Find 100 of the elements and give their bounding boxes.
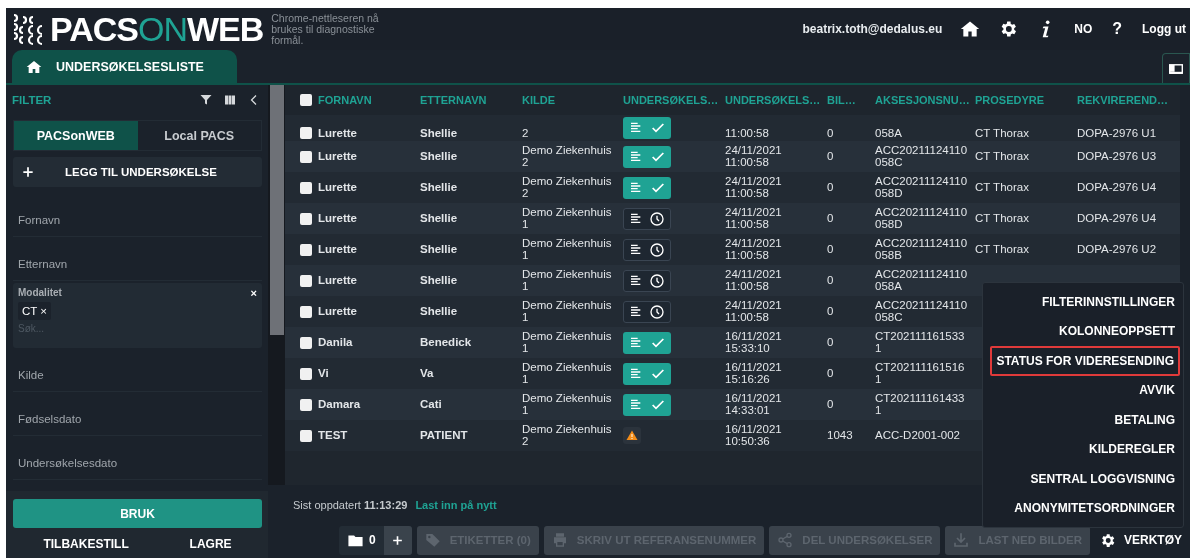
table-cell-text: Demo Ziekenhuis 1: [522, 238, 613, 261]
logout-link[interactable]: Logg ut: [1142, 22, 1186, 36]
sidebar-scrollbar[interactable]: [268, 85, 285, 485]
browser-notice: Chrome-nettleseren nå brukes til diagnostiske formål.: [271, 12, 380, 46]
table-cell-text: Lurette: [318, 305, 358, 318]
table-cell-text: CT Thorax: [975, 243, 1030, 256]
home-icon[interactable]: [960, 19, 981, 39]
table-cell-text: ACC20211124110 058C: [875, 145, 969, 168]
help-link[interactable]: ?: [1112, 20, 1122, 38]
table-cell-text: CT Thorax: [975, 127, 1030, 139]
table-cell-text: CT202111161433 1: [875, 393, 966, 416]
row-checkbox[interactable]: [300, 150, 312, 163]
row-checkbox[interactable]: [300, 336, 312, 349]
table-cell-text: 1043: [827, 429, 854, 442]
row-checkbox[interactable]: [300, 243, 312, 256]
table-cell-text: 16/11/2021 15:16:26: [725, 362, 783, 385]
menu-item[interactable]: FILTERINNSTILLINGER: [1036, 287, 1180, 317]
table-cell-text: Lurette: [318, 243, 358, 256]
table-cell-text: CT202111161516 1: [875, 362, 966, 385]
row-checkbox[interactable]: [300, 212, 312, 225]
table-cell-text: ACC20211124110 058D: [875, 207, 969, 230]
filter-icon[interactable]: [200, 94, 212, 106]
table-cell-text: ACC20211124110 058D: [875, 176, 969, 199]
table-cell-text: CT Thorax: [975, 150, 1030, 163]
table-cell-text: 0: [827, 336, 835, 349]
column-header[interactable]: PROSEDYRE: [975, 94, 1077, 106]
share-icon: [777, 532, 794, 548]
add-folder-button[interactable]: [383, 525, 412, 555]
clock-icon: [649, 241, 665, 258]
table-cell-text: Lurette: [318, 274, 358, 287]
language-link[interactable]: NO: [1074, 22, 1093, 36]
filter-field[interactable]: Fødselsdato: [13, 392, 262, 436]
column-header[interactable]: KILDE: [522, 94, 623, 106]
table-cell-text: Shellie: [420, 181, 459, 194]
list-tab[interactable]: UNDERSØKELSESLISTE: [12, 50, 237, 83]
save-button[interactable]: LAGRE: [183, 536, 238, 552]
table-cell-text: 058A: [875, 127, 903, 139]
table-cell-text: Cati: [420, 398, 443, 411]
column-header[interactable]: BIL…: [827, 94, 875, 106]
menu-item[interactable]: AVVIK: [1134, 375, 1180, 405]
clock-icon: [649, 272, 665, 289]
row-checkbox[interactable]: [300, 181, 312, 194]
table-cell-text: 24/11/2021 11:00:58: [725, 176, 783, 199]
source-tab[interactable]: PACSonWEB: [14, 121, 138, 150]
menu-item[interactable]: BETALING: [1109, 405, 1180, 435]
download-icon: [953, 532, 970, 548]
tag-icon: [424, 532, 441, 548]
reset-button[interactable]: TILBAKESTILL: [37, 536, 135, 552]
menu-item[interactable]: KILDEREGLER: [1084, 434, 1180, 464]
filter-field[interactable]: Etternavn: [13, 237, 262, 281]
clear-button[interactable]: ×: [250, 287, 257, 299]
tools-button[interactable]: VERKTØY: [1095, 531, 1186, 549]
table-cell-text: Demo Ziekenhuis 1: [522, 269, 613, 292]
logo-wordmark: PACSONWEB: [50, 12, 264, 46]
row-checkbox[interactable]: [300, 367, 312, 380]
row-checkbox[interactable]: [300, 305, 312, 318]
menu-item[interactable]: ANONYMITETSORDNINGER: [1009, 493, 1180, 523]
column-header[interactable]: UNDERSØKELS…: [623, 94, 725, 106]
column-header[interactable]: AKSESJONSNU…: [875, 94, 975, 106]
filter-field[interactable]: Kilde: [13, 348, 262, 392]
menu-item[interactable]: STATUS FOR VIDERESENDING: [990, 346, 1180, 376]
column-header[interactable]: ETTERNAVN: [420, 94, 522, 106]
add-exam-button[interactable]: LEGG TIL UNDERSØKELSE: [13, 157, 262, 187]
columns-icon[interactable]: [224, 94, 236, 106]
settings-icon: [1099, 531, 1116, 549]
table-cell-text: CT Thorax: [975, 181, 1030, 194]
filter-field[interactable]: Undersøkelsesdato: [13, 436, 262, 480]
modality-chip[interactable]: CT ×: [18, 302, 52, 320]
filter-field[interactable]: Fornavn: [13, 193, 262, 237]
clock-icon: [649, 210, 665, 227]
table-cell-text: 24/11/2021 11:00:58: [725, 238, 783, 261]
last-updated-text: Sist oppdatert 11:13:29: [293, 499, 408, 511]
row-checkbox[interactable]: [300, 127, 312, 139]
select-all-checkbox[interactable]: [300, 94, 312, 106]
plus-icon: [391, 533, 405, 547]
table-cell-text: 0: [827, 181, 835, 194]
reload-link[interactable]: Last inn på nytt: [415, 499, 497, 511]
column-header[interactable]: UNDERSØKELS…: [725, 94, 827, 106]
table-cell-text: Damara: [318, 398, 362, 411]
row-checkbox[interactable]: [300, 274, 312, 287]
menu-item[interactable]: KOLONNEOPPSETT: [1054, 316, 1180, 346]
table-cell-text: DOPA-2976 U3: [1077, 150, 1158, 163]
table-cell-text: 16/11/2021 14:33:01: [725, 393, 783, 416]
column-header[interactable]: FORNAVN: [318, 94, 420, 106]
table-cell-text: Shellie: [420, 274, 459, 287]
table-cell-text: Shellie: [420, 212, 459, 225]
menu-item[interactable]: SENTRAL LOGGVISNING: [1025, 464, 1180, 494]
table-cell-text: DOPA-2976 U1: [1077, 127, 1158, 139]
row-checkbox[interactable]: [300, 398, 312, 411]
column-header[interactable]: REKVIREREND…: [1077, 94, 1180, 106]
apply-button[interactable]: BRUK: [13, 499, 262, 528]
table-cell-text: Va: [420, 367, 435, 380]
table-cell-text: PATIENT: [420, 429, 469, 442]
table-cell-text: Danila: [318, 336, 354, 349]
panel-toggle-button[interactable]: [1162, 53, 1190, 83]
row-checkbox[interactable]: [300, 429, 312, 442]
table-cell-text: Demo Ziekenhuis 1: [522, 300, 613, 323]
table-cell-text: Demo Ziekenhuis 1: [522, 393, 613, 416]
table-cell-text: Lurette: [318, 181, 358, 194]
table-cell-text: Lurette: [318, 150, 358, 163]
